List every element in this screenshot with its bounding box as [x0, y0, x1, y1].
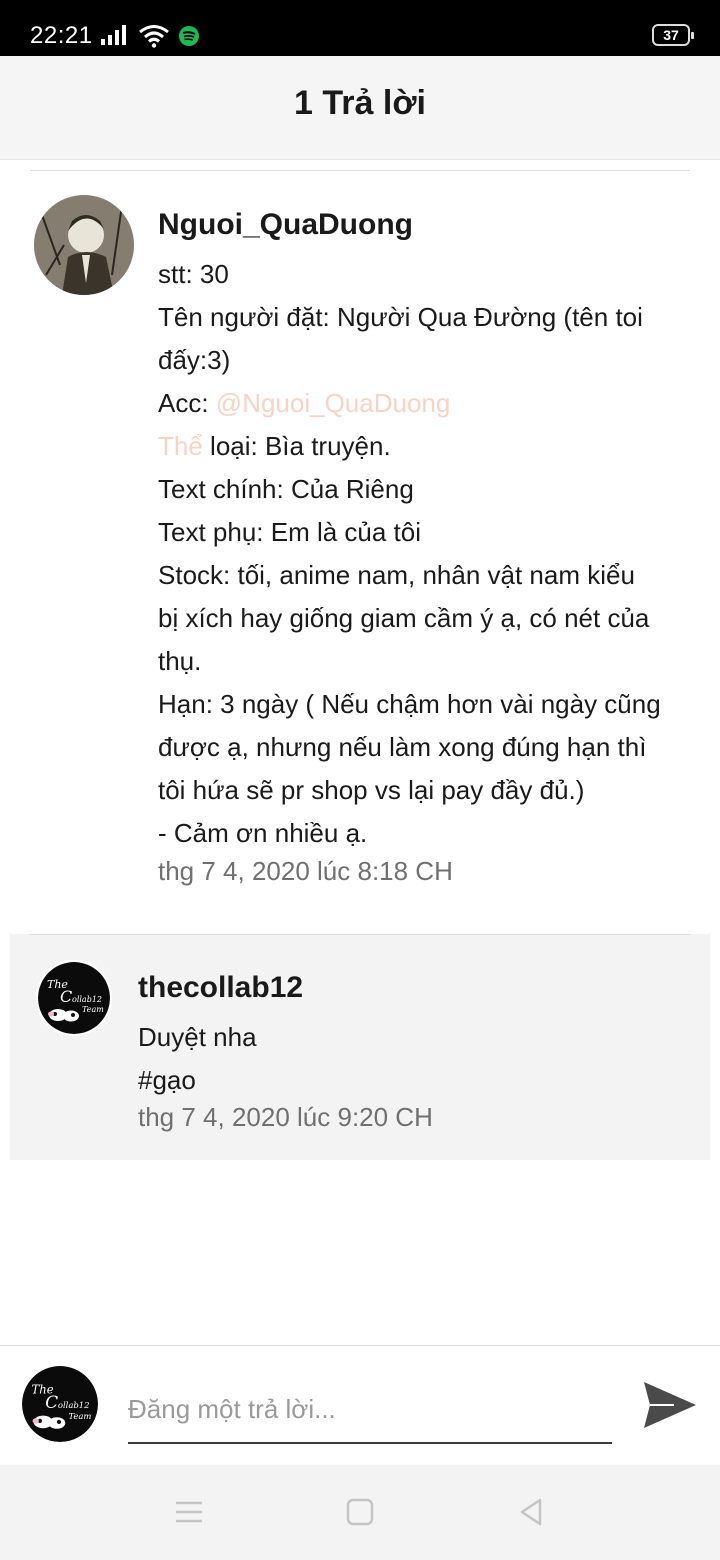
reply-timestamp: thg 7 4, 2020 lúc 9:20 CH	[138, 1102, 433, 1132]
post-line: Tên người đặt: Người Qua Đường (tên toi	[158, 302, 643, 332]
wifi-icon	[139, 25, 169, 48]
svg-text:Team: Team	[68, 1411, 91, 1421]
svg-text:ollab12: ollab12	[72, 995, 102, 1004]
system-nav-bar	[0, 1465, 720, 1560]
post-line: đấy:3)	[158, 345, 231, 375]
back-icon[interactable]	[514, 1495, 548, 1529]
post-line: Text chính: Của Riêng	[158, 474, 414, 504]
send-icon[interactable]	[640, 1376, 698, 1434]
divider	[30, 934, 690, 935]
svg-text:Team: Team	[82, 1005, 104, 1014]
post-line: Hạn: 3 ngày ( Nếu chậm hơn vài ngày cũng	[158, 689, 661, 719]
battery-indicator: 37	[652, 24, 694, 46]
avatar-illustration	[34, 195, 134, 295]
post-line: - Cảm ơn nhiều ạ.	[158, 818, 368, 848]
post-line: tôi hứa sẽ pr shop vs lại pay đầy đủ.)	[158, 775, 585, 805]
page-header: 1 Trả lời	[0, 56, 720, 160]
page-title: 1 Trả lời	[294, 84, 426, 122]
collab-logo-avatar: The C ollab12 Team	[22, 1366, 98, 1442]
reply-line: Duyệt nha	[138, 1022, 257, 1052]
status-bar: 22:21 37	[0, 0, 720, 56]
signal-icon	[101, 25, 126, 45]
svg-text:ollab12: ollab12	[58, 1400, 90, 1410]
post-line-suffix: loại: Bìa truyện.	[202, 431, 391, 461]
post-line: thụ.	[158, 646, 202, 676]
svg-text:C: C	[60, 987, 72, 1006]
menu-icon[interactable]	[172, 1495, 206, 1529]
post-line: Stock: tối, anime nam, nhân vật nam kiểu	[158, 560, 635, 590]
post-username[interactable]: Nguoi_QuaDuong	[158, 208, 413, 242]
reply-line: #gạo	[138, 1065, 196, 1095]
post-line: Thể loại: Bìa truyện.	[158, 425, 661, 468]
post-line: bị xích hay giống giam cầm ý ạ, có nét c…	[158, 603, 650, 633]
post-line: stt: 30	[158, 259, 229, 289]
spotify-icon	[179, 26, 199, 46]
avatar: The C ollab12 Team	[22, 1366, 98, 1442]
post-line-prefix: Acc:	[158, 388, 216, 418]
post-body: stt: 30 Tên người đặt: Người Qua Đường (…	[158, 253, 661, 855]
divider	[30, 170, 690, 171]
post-timestamp: thg 7 4, 2020 lúc 8:18 CH	[158, 856, 453, 886]
svg-text:C: C	[45, 1392, 58, 1412]
reply-username[interactable]: thecollab12	[138, 971, 303, 1005]
avatar[interactable]	[34, 195, 134, 295]
post-line: Text phụ: Em là của tôi	[158, 517, 422, 547]
post-line: Acc: @Nguoi_QuaDuong	[158, 382, 661, 425]
collab-logo-avatar: The C ollab12 Team	[38, 962, 110, 1034]
avatar[interactable]: The C ollab12 Team	[36, 960, 112, 1036]
status-time: 22:21	[30, 22, 93, 49]
reply-body: Duyệt nha #gạo	[138, 1016, 257, 1102]
reply-input[interactable]	[128, 1386, 612, 1444]
post-line: được ạ, nhưng nếu làm xong đúng hạn thì	[158, 732, 647, 762]
home-icon[interactable]	[343, 1495, 377, 1529]
mention-link[interactable]: Thể	[158, 431, 203, 461]
mention-link[interactable]: @Nguoi_QuaDuong	[216, 388, 451, 418]
reply-composer: The C ollab12 Team	[0, 1345, 720, 1465]
